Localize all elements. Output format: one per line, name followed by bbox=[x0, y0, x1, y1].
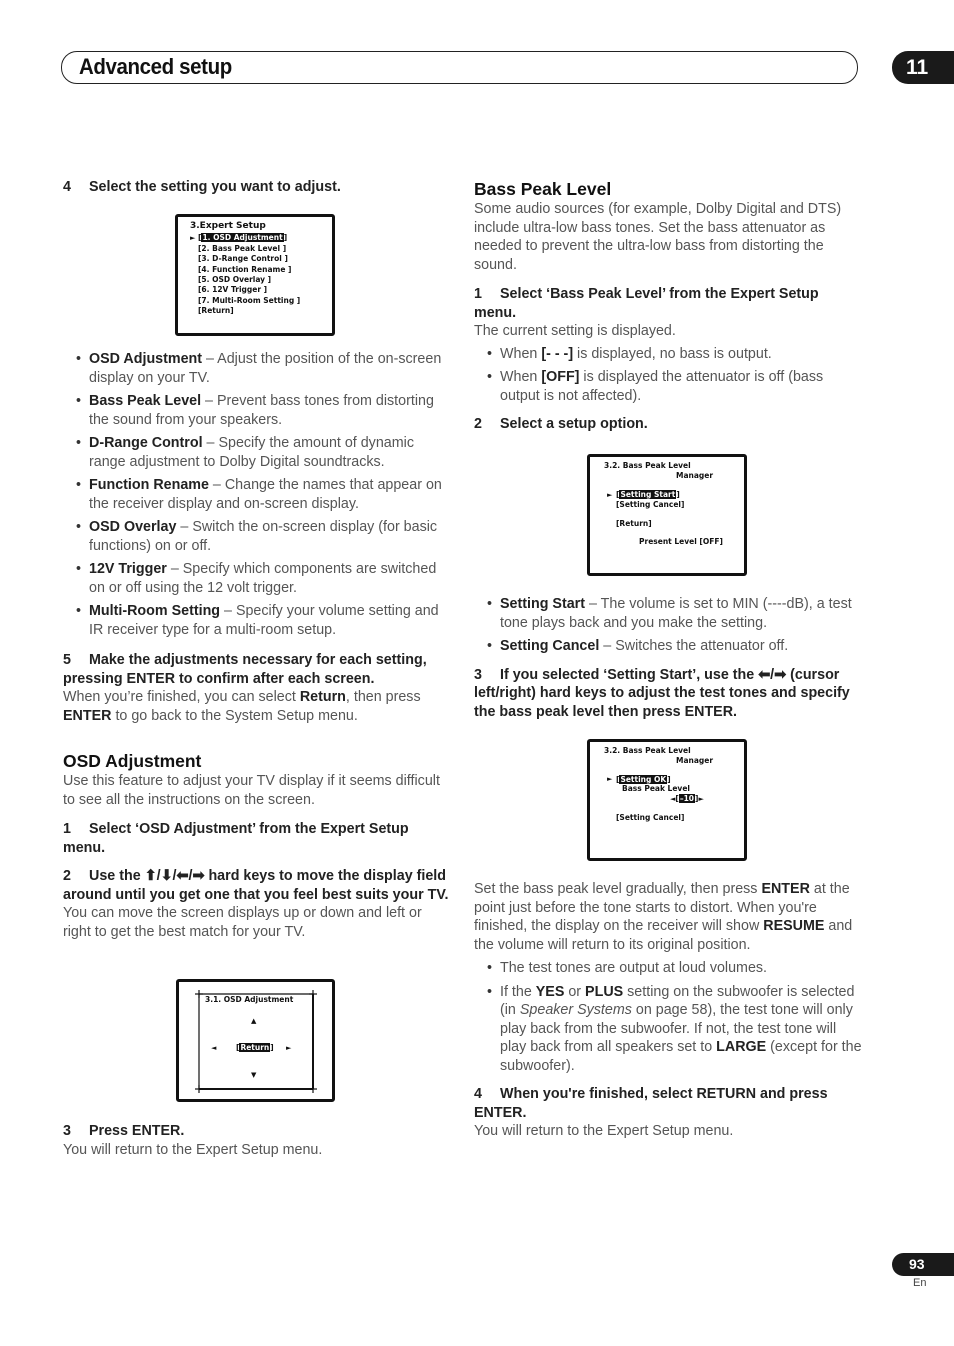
list-item: If the YES or PLUS setting on the subwoo… bbox=[474, 983, 864, 1076]
screen-title-line-1: 3.2. Bass Peak Level bbox=[604, 461, 691, 470]
osd-adjustment-intro: Use this feature to adjust your TV displ… bbox=[63, 773, 440, 808]
list-item: 12V Trigger – Specify which components a… bbox=[63, 560, 453, 597]
return-option: [Return] bbox=[616, 518, 652, 528]
list-item: D-Range Control – Specify the amount of … bbox=[63, 434, 453, 471]
bass-step-1-body: The current setting is displayed. bbox=[474, 323, 676, 339]
list-item: Bass Peak Level – Prevent bass tones fro… bbox=[63, 392, 453, 429]
left-column-body: OSD Adjustment – Adjust the position of … bbox=[63, 350, 453, 941]
list-item: Function Rename – Change the names that … bbox=[63, 476, 453, 513]
pointer-icon: ► bbox=[607, 490, 613, 499]
right-column-bottom: Set the bass peak level gradually, then … bbox=[474, 880, 864, 1141]
menu-item-osd-overlay: [5. OSD Overlay ] bbox=[198, 275, 272, 285]
list-item: The test tones are output at loud volume… bbox=[474, 959, 864, 978]
chapter-number-tab: 11 bbox=[892, 51, 954, 84]
bass-step-4: 4 When you're finished, select RETURN and… bbox=[474, 1086, 828, 1121]
right-arrow-icon: ► bbox=[698, 794, 704, 803]
arrow-keys-icon: ⬆/⬇/⬅/➡ bbox=[144, 868, 205, 884]
setting-ok-option: ► [Setting OK] bbox=[607, 774, 671, 784]
bass-peak-level-heading: Bass Peak Level bbox=[474, 179, 612, 199]
bass-step-2: 2 Select a setup option. bbox=[474, 416, 648, 432]
bass-step-2-list: Setting Start – The volume is set to MIN… bbox=[474, 595, 864, 656]
screen-title-line-2: Manager bbox=[676, 756, 714, 766]
list-item: OSD Adjustment – Adjust the position of … bbox=[63, 350, 453, 387]
menu-item-d-range-control: [3. D-Range Control ] bbox=[198, 254, 288, 264]
setting-cancel-option: [Setting Cancel] bbox=[616, 500, 685, 510]
step-4-select-setting: 4 Select the setting you want to adjust. bbox=[63, 179, 341, 195]
osd-step-2: 2 Use the ⬆/⬇/⬅/➡ hard keys to move the d… bbox=[63, 868, 449, 903]
setting-start-option: ► [Setting Start] bbox=[607, 489, 680, 499]
up-arrow-icon: ▲ bbox=[251, 1017, 257, 1025]
bass-step-1: 1 Select ‘Bass Peak Level’ from the Exper… bbox=[474, 286, 819, 321]
bass-peak-level-value: ◄[–10]► bbox=[670, 793, 704, 803]
page-header-title: Advanced setup bbox=[79, 54, 232, 79]
pointer-icon: ► bbox=[190, 234, 196, 243]
page-language: En bbox=[913, 1277, 927, 1289]
list-item: Multi-Room Setting – Specify your volume… bbox=[63, 602, 453, 639]
bass-step-3: 3 If you selected ‘Setting Start’, use th… bbox=[474, 666, 850, 720]
present-level-readout: Present Level [OFF] bbox=[639, 537, 723, 547]
right-column: Bass Peak Level Some audio sources (for … bbox=[474, 178, 864, 434]
after-screen-instructions: Set the bass peak level gradually, then … bbox=[474, 881, 853, 953]
setting-cancel-option: [Setting Cancel] bbox=[616, 812, 685, 822]
osd-adjustment-screen: 3.1. OSD Adjustment ▲ ◄ [Return] ► ▼ bbox=[176, 979, 335, 1102]
list-item: Setting Start – The volume is set to MIN… bbox=[474, 595, 864, 632]
list-item: OSD Overlay – Switch the on-screen displ… bbox=[63, 518, 453, 555]
osd-step-3-block: 3 Press ENTER. You will return to the Exp… bbox=[63, 1122, 453, 1159]
page-number-tab: 93 bbox=[892, 1253, 954, 1276]
osd-step-3: 3 Press ENTER. bbox=[63, 1123, 185, 1139]
bass-peak-level-intro: Some audio sources (for example, Dolby D… bbox=[474, 201, 842, 273]
expert-setup-screen: 3.Expert Setup ► [1. OSD Adjustment] [2. … bbox=[175, 214, 335, 336]
down-arrow-icon: ▼ bbox=[251, 1071, 257, 1079]
bass-step-4-body: You will return to the Expert Setup menu… bbox=[474, 1123, 734, 1139]
list-item: Setting Cancel – Switches the attenuator… bbox=[474, 637, 864, 656]
menu-item-function-rename: [4. Function Rename ] bbox=[198, 264, 292, 274]
expert-setup-title: 3.Expert Setup bbox=[190, 221, 266, 231]
list-item: When [- - -] is displayed, no bass is ou… bbox=[474, 345, 864, 364]
osd-step-3-body: You will return to the Expert Setup menu… bbox=[63, 1141, 323, 1158]
left-right-keys-icon: ⬅/➡ bbox=[758, 666, 787, 683]
bass-notes-list: The test tones are output at loud volume… bbox=[474, 959, 864, 1075]
left-arrow-icon: ◄ bbox=[670, 794, 676, 803]
menu-item-bass-peak-level: [2. Bass Peak Level ] bbox=[198, 243, 287, 253]
pointer-icon: ► bbox=[607, 774, 613, 783]
screen-title-line-1: 3.2. Bass Peak Level bbox=[604, 746, 691, 755]
osd-adjustment-heading: OSD Adjustment bbox=[63, 751, 202, 771]
menu-item-osd-adjustment: ► [1. OSD Adjustment] bbox=[190, 233, 288, 243]
bass-peak-level-label: Bass Peak Level bbox=[622, 783, 690, 793]
osd-step-1: 1 Select ‘OSD Adjustment’ from the Expert… bbox=[63, 821, 409, 856]
osd-adjustment-screen-title: 3.1. OSD Adjustment bbox=[205, 995, 294, 1004]
return-button: [Return] bbox=[236, 1043, 274, 1052]
screen-title-line-2: Manager bbox=[676, 471, 714, 481]
left-column: 4 Select the setting you want to adjust. bbox=[63, 178, 453, 197]
list-item: When [OFF] is displayed the attenuator i… bbox=[474, 368, 864, 405]
step-5-make-adjustments: 5 Make the adjustments necessary for each… bbox=[63, 652, 427, 687]
menu-item-multi-room: [7. Multi-Room Setting ] bbox=[198, 295, 301, 305]
right-arrow-icon: ► bbox=[286, 1044, 292, 1052]
osd-step-2-body: You can move the screen displays up or d… bbox=[63, 905, 422, 940]
bass-step-1-list: When [- - -] is displayed, no bass is ou… bbox=[474, 345, 864, 406]
bass-peak-manager-screen: 3.2. Bass Peak Level Manager ► [Setting S… bbox=[587, 454, 747, 576]
expert-setup-options-list: OSD Adjustment – Adjust the position of … bbox=[63, 350, 453, 639]
step-5-body: When you’re finished, you can select Ret… bbox=[63, 689, 421, 724]
left-arrow-icon: ◄ bbox=[211, 1044, 217, 1052]
menu-item-12v-trigger: [6. 12V Trigger ] bbox=[198, 285, 268, 295]
bass-peak-adjust-screen: 3.2. Bass Peak Level Manager ► [Setting O… bbox=[587, 739, 747, 861]
right-column-mid: Setting Start – The volume is set to MIN… bbox=[474, 595, 864, 721]
menu-item-return: [Return] bbox=[198, 306, 234, 316]
